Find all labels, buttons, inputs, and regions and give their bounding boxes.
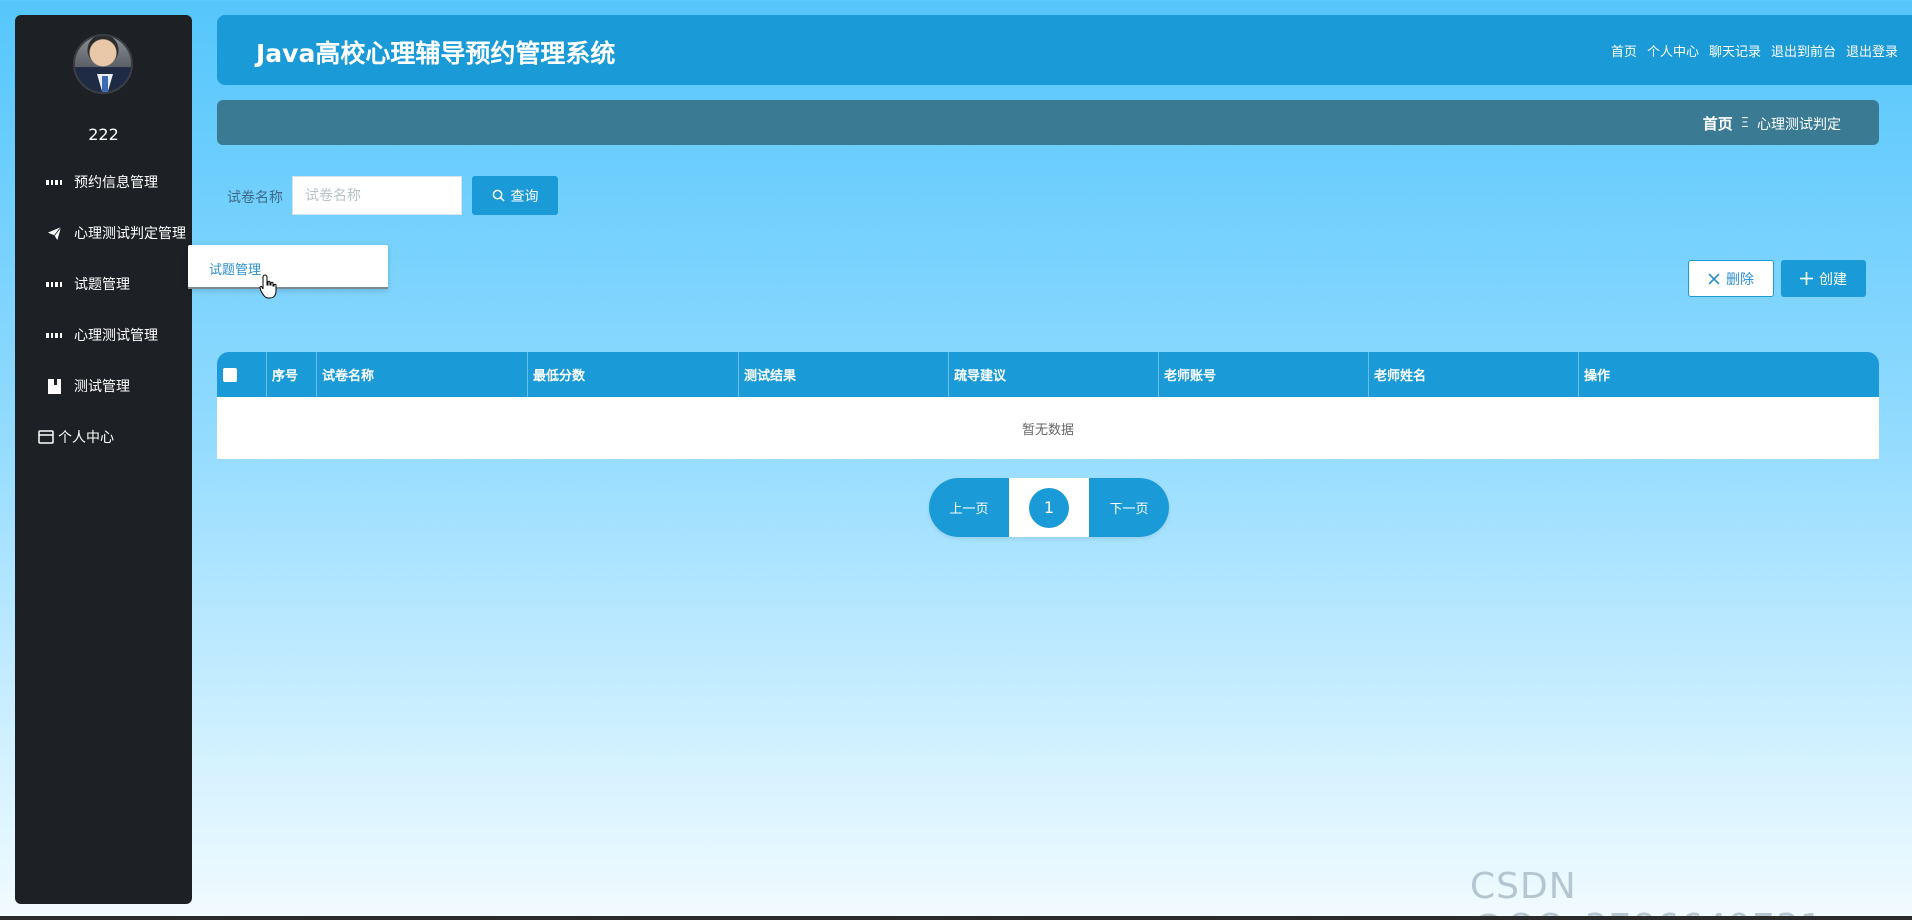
sidebar: 222 预约信息管理 心理测试判定管理 试题管理 心理测试管理 测试管理 个人中… [15, 15, 192, 904]
column-header[interactable]: 最低分数 [528, 352, 739, 397]
sidebar-item-label: 预约信息管理 [74, 175, 158, 191]
breadcrumb-home[interactable]: 首页 [1703, 113, 1733, 134]
next-page-button[interactable]: 下一页 [1089, 478, 1169, 537]
data-table: 序号 试卷名称 最低分数 测试结果 疏导建议 老师账号 老师姓名 操作 暂无数据 [217, 352, 1879, 459]
close-icon [1708, 272, 1720, 285]
search-label: 试卷名称 [227, 190, 283, 206]
sidebar-item-label: 个人中心 [58, 430, 114, 446]
create-button-label: 创建 [1819, 271, 1847, 288]
page-number-button[interactable]: 1 [1029, 487, 1069, 528]
delete-button-label: 删除 [1726, 271, 1754, 288]
breadcrumb-current: 心理测试判定 [1757, 116, 1841, 133]
create-button[interactable]: 创建 [1781, 260, 1866, 297]
plus-icon [1800, 272, 1813, 285]
username: 222 [88, 125, 119, 144]
book-icon [46, 378, 62, 394]
submenu-divider [188, 287, 388, 289]
grid-icon [46, 174, 62, 190]
sidebar-item-test-judgement[interactable]: 心理测试判定管理 [15, 213, 192, 253]
nav-profile[interactable]: 个人中心 [1647, 41, 1699, 60]
sidebar-item-label: 心理测试判定管理 [74, 226, 186, 242]
sidebar-item-tests[interactable]: 测试管理 [15, 366, 192, 406]
select-all-cell [217, 352, 267, 397]
nav-exit-frontend[interactable]: 退出到前台 [1771, 41, 1836, 60]
table-header: 序号 试卷名称 最低分数 测试结果 疏导建议 老师账号 老师姓名 操作 [217, 352, 1879, 397]
app-title: Java高校心理辅导预约管理系统 [256, 39, 616, 68]
sidebar-item-profile[interactable]: 个人中心 [15, 417, 192, 457]
prev-page-button[interactable]: 上一页 [929, 478, 1009, 537]
sidebar-item-psych-tests[interactable]: 心理测试管理 [15, 315, 192, 355]
top-header: Java高校心理辅导预约管理系统 首页 个人中心 聊天记录 退出到前台 退出登录 [217, 15, 1912, 85]
hand-cursor-icon [259, 274, 277, 299]
column-header: 操作 [1584, 369, 1611, 384]
nav-home[interactable]: 首页 [1611, 41, 1637, 60]
column-header[interactable]: 老师账号 [1159, 352, 1369, 397]
pagination: 上一页 1 下一页 [929, 478, 1169, 537]
column-header[interactable]: 测试结果 [739, 352, 949, 397]
breadcrumb-bar: 首页 Ξ 心理测试判定 [217, 100, 1879, 145]
table-body: 暂无数据 [217, 397, 1879, 459]
submenu-popup: 试题管理 [188, 245, 388, 289]
column-header[interactable]: 序号 [267, 352, 317, 397]
column-header[interactable]: 疏导建议 [949, 352, 1159, 397]
search-input[interactable] [292, 176, 462, 215]
avatar[interactable] [73, 34, 133, 94]
delete-button[interactable]: 删除 [1688, 260, 1774, 297]
watermark: CSDN @QQ_3786649731 [1470, 866, 1823, 920]
sidebar-item-label: 试题管理 [74, 277, 130, 293]
sidebar-item-appointments[interactable]: 预约信息管理 [15, 162, 192, 202]
query-button[interactable]: 查询 [472, 176, 558, 215]
nav-chat-history[interactable]: 聊天记录 [1709, 41, 1761, 60]
header-nav: 首页 个人中心 聊天记录 退出到前台 退出登录 [1611, 41, 1898, 60]
sidebar-item-questions[interactable]: 试题管理 [15, 264, 192, 304]
card-icon [38, 429, 54, 445]
sidebar-item-label: 心理测试管理 [74, 328, 158, 344]
bottom-border [0, 916, 1912, 920]
column-header[interactable]: 试卷名称 [317, 352, 528, 397]
grid-icon [46, 276, 62, 292]
grid-icon [46, 327, 62, 343]
avatar-tie [102, 76, 108, 92]
column-header[interactable]: 老师姓名 [1369, 352, 1579, 397]
page-number-container: 1 [1009, 478, 1089, 537]
select-all-checkbox[interactable] [223, 367, 237, 382]
submenu-item-questions[interactable]: 试题管理 [209, 259, 261, 278]
search-icon [492, 189, 505, 202]
query-button-label: 查询 [510, 188, 539, 205]
sidebar-item-label: 测试管理 [74, 379, 130, 395]
empty-text: 暂无数据 [1021, 422, 1074, 438]
nav-logout[interactable]: 退出登录 [1846, 41, 1898, 60]
send-icon [46, 225, 62, 241]
breadcrumb: 首页 Ξ 心理测试判定 [1703, 113, 1841, 134]
breadcrumb-separator: Ξ [1740, 116, 1749, 131]
